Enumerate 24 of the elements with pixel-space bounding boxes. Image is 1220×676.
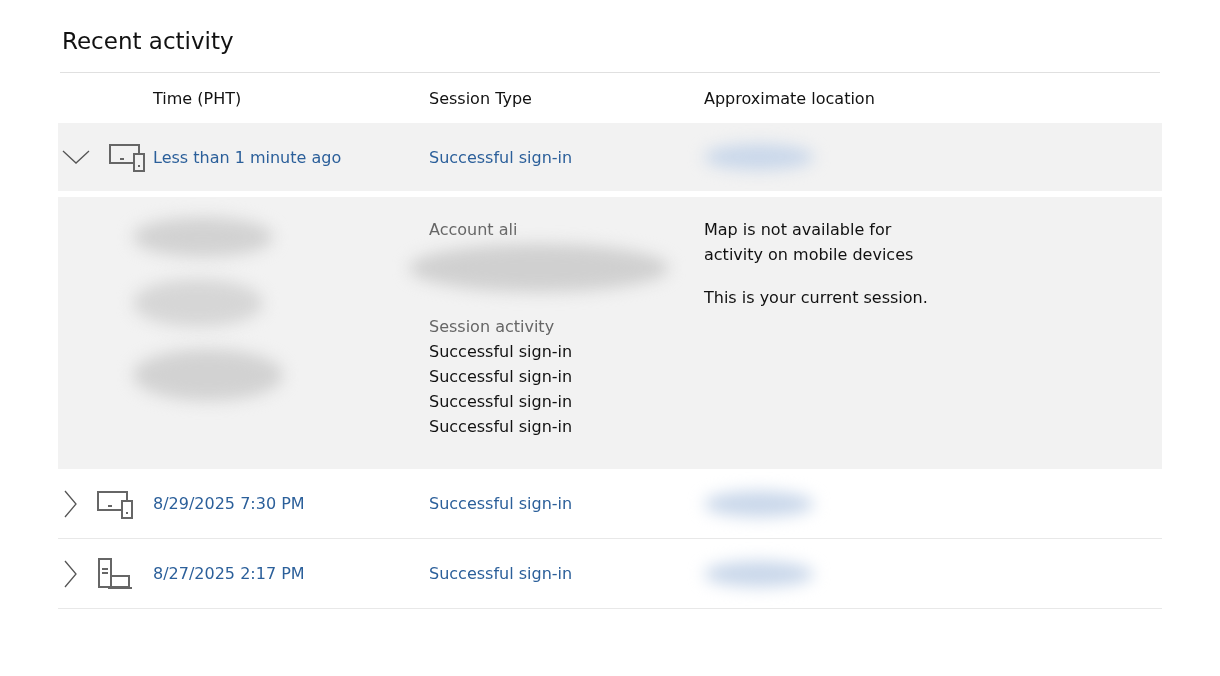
time-link[interactable]: Less than 1 minute ago [153, 147, 429, 167]
time-link[interactable]: 8/27/2025 2:17 PM [153, 564, 429, 583]
time-link[interactable]: 8/29/2025 7:30 PM [153, 494, 429, 513]
field-label: Account ali [429, 219, 519, 241]
chevron-down-icon[interactable] [62, 149, 90, 165]
field-label: Session activity [429, 316, 556, 338]
section-title: Recent activity [62, 28, 235, 54]
activity-entry: Successful sign-in [429, 366, 574, 388]
activity-entry: Successful sign-in [429, 341, 574, 363]
activity-entry: Successful sign-in [429, 391, 574, 413]
tablet-phone-icon [96, 488, 134, 519]
current-session-note: This is your current session. [704, 287, 929, 309]
column-header: Time (PHT) [153, 88, 243, 108]
map-note: Map is not available for activity on mobile devices [704, 219, 915, 266]
chevron-right-icon[interactable] [62, 489, 78, 518]
session-type-link[interactable]: Successful sign-in [429, 564, 704, 583]
tablet-phone-icon [108, 142, 146, 172]
session-type-link[interactable]: Successful sign-in [429, 147, 704, 167]
column-header: Session Type [429, 88, 533, 108]
session-type-link[interactable]: Successful sign-in [429, 494, 704, 513]
chevron-right-icon[interactable] [62, 559, 78, 588]
activity-entry: Successful sign-in [429, 416, 574, 438]
desktop-laptop-icon [96, 556, 134, 591]
column-header: Approximate location [704, 88, 876, 108]
